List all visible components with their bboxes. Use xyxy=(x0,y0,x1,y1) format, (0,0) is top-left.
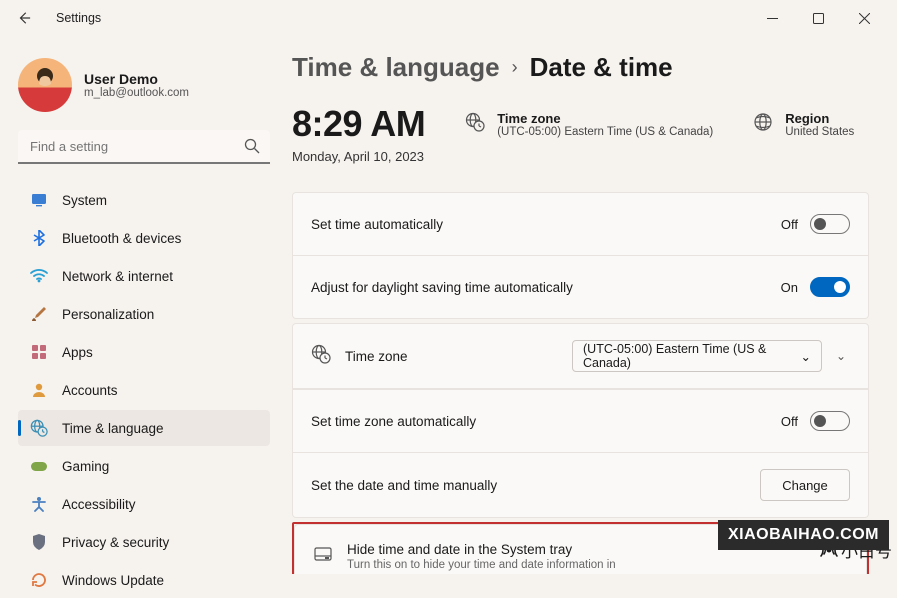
auto-time-label: Set time automatically xyxy=(311,217,781,232)
gamepad-icon xyxy=(30,457,48,475)
hide-tray-sub: Turn this on to hide your time and date … xyxy=(347,559,848,571)
timezone-value: (UTC-05:00) Eastern Time (US & Canada) xyxy=(497,126,713,138)
sidebar-item-personalization[interactable]: Personalization xyxy=(18,296,270,332)
auto-tz-label: Set time zone automatically xyxy=(311,414,781,429)
current-date: Monday, April 10, 2023 xyxy=(292,149,425,164)
shield-icon xyxy=(30,533,48,551)
globe-clock-icon xyxy=(30,419,48,437)
timezone-title: Time zone xyxy=(497,111,713,126)
sidebar-item-gaming[interactable]: Gaming xyxy=(18,448,270,484)
content: Time & language › Date & time 8:29 AM Mo… xyxy=(278,36,897,574)
timezone-select[interactable]: (UTC-05:00) Eastern Time (US & Canada) ⌄ xyxy=(572,340,822,372)
sidebar-item-label: Windows Update xyxy=(62,573,164,588)
sidebar-item-label: Apps xyxy=(62,345,93,360)
dst-label: Adjust for daylight saving time automati… xyxy=(311,280,781,295)
back-button[interactable] xyxy=(10,4,38,32)
auto-time-state: Off xyxy=(781,217,798,232)
wifi-icon xyxy=(30,267,48,285)
sidebar-item-label: Personalization xyxy=(62,307,154,322)
apps-icon xyxy=(30,343,48,361)
breadcrumb: Time & language › Date & time xyxy=(292,52,869,83)
watermark-domain: XIAOBAIHAO.COM xyxy=(718,520,889,550)
globe-clock-icon xyxy=(311,344,331,369)
titlebar: Settings xyxy=(0,0,897,36)
display-icon xyxy=(30,191,48,209)
sidebar-item-network[interactable]: Network & internet xyxy=(18,258,270,294)
window-title: Settings xyxy=(56,11,101,25)
sidebar-item-label: Network & internet xyxy=(62,269,173,284)
sidebar-item-accessibility[interactable]: Accessibility xyxy=(18,486,270,522)
auto-tz-state: Off xyxy=(781,414,798,429)
globe-icon xyxy=(753,112,773,132)
sidebar-item-label: Accounts xyxy=(62,383,118,398)
region-title: Region xyxy=(785,111,854,126)
dst-state: On xyxy=(781,280,798,295)
globe-clock-icon xyxy=(465,112,485,132)
search-input[interactable] xyxy=(18,130,270,164)
minimize-button[interactable] xyxy=(749,2,795,34)
auto-time-toggle[interactable] xyxy=(810,214,850,234)
dst-toggle[interactable] xyxy=(810,277,850,297)
sidebar-item-apps[interactable]: Apps xyxy=(18,334,270,370)
sidebar-item-privacy[interactable]: Privacy & security xyxy=(18,524,270,560)
timezone-row-label: Time zone xyxy=(345,349,572,364)
sidebar-item-label: System xyxy=(62,193,107,208)
profile-block[interactable]: User Demo m_lab@outlook.com xyxy=(18,58,270,112)
bluetooth-icon xyxy=(30,229,48,247)
manual-time-label: Set the date and time manually xyxy=(311,478,760,493)
profile-email: m_lab@outlook.com xyxy=(84,87,189,99)
watermark: 小白号 XIAOBAIHAO.COM xyxy=(817,537,893,562)
sidebar-item-bluetooth[interactable]: Bluetooth & devices xyxy=(18,220,270,256)
brush-icon xyxy=(30,305,48,323)
avatar xyxy=(18,58,72,112)
profile-name: User Demo xyxy=(84,71,189,87)
sidebar: User Demo m_lab@outlook.com System Blueto… xyxy=(0,36,278,574)
current-time: 8:29 AM xyxy=(292,103,425,145)
sidebar-item-label: Accessibility xyxy=(62,497,136,512)
change-button[interactable]: Change xyxy=(760,469,850,501)
auto-tz-toggle[interactable] xyxy=(810,411,850,431)
page-title: Date & time xyxy=(530,52,673,83)
nav-list: System Bluetooth & devices Network & inter… xyxy=(18,182,270,598)
chevron-right-icon: › xyxy=(512,57,518,78)
chevron-down-icon: ⌄ xyxy=(801,349,811,364)
sidebar-item-time-language[interactable]: Time & language xyxy=(18,410,270,446)
region-value: United States xyxy=(785,126,854,138)
search-icon xyxy=(244,138,260,159)
chevron-down-icon[interactable]: ⌄ xyxy=(836,349,850,363)
sidebar-item-accounts[interactable]: Accounts xyxy=(18,372,270,408)
sidebar-item-label: Gaming xyxy=(62,459,109,474)
sidebar-item-label: Bluetooth & devices xyxy=(62,231,181,246)
breadcrumb-parent[interactable]: Time & language xyxy=(292,52,500,83)
maximize-button[interactable] xyxy=(795,2,841,34)
sidebar-item-system[interactable]: System xyxy=(18,182,270,218)
close-button[interactable] xyxy=(841,2,887,34)
taskbar-icon xyxy=(313,544,333,569)
sidebar-item-label: Privacy & security xyxy=(62,535,169,550)
person-icon xyxy=(30,381,48,399)
sidebar-item-label: Time & language xyxy=(62,421,164,436)
sidebar-item-windows-update[interactable]: Windows Update xyxy=(18,562,270,598)
accessibility-icon xyxy=(30,495,48,513)
timezone-select-value: (UTC-05:00) Eastern Time (US & Canada) xyxy=(583,342,801,370)
